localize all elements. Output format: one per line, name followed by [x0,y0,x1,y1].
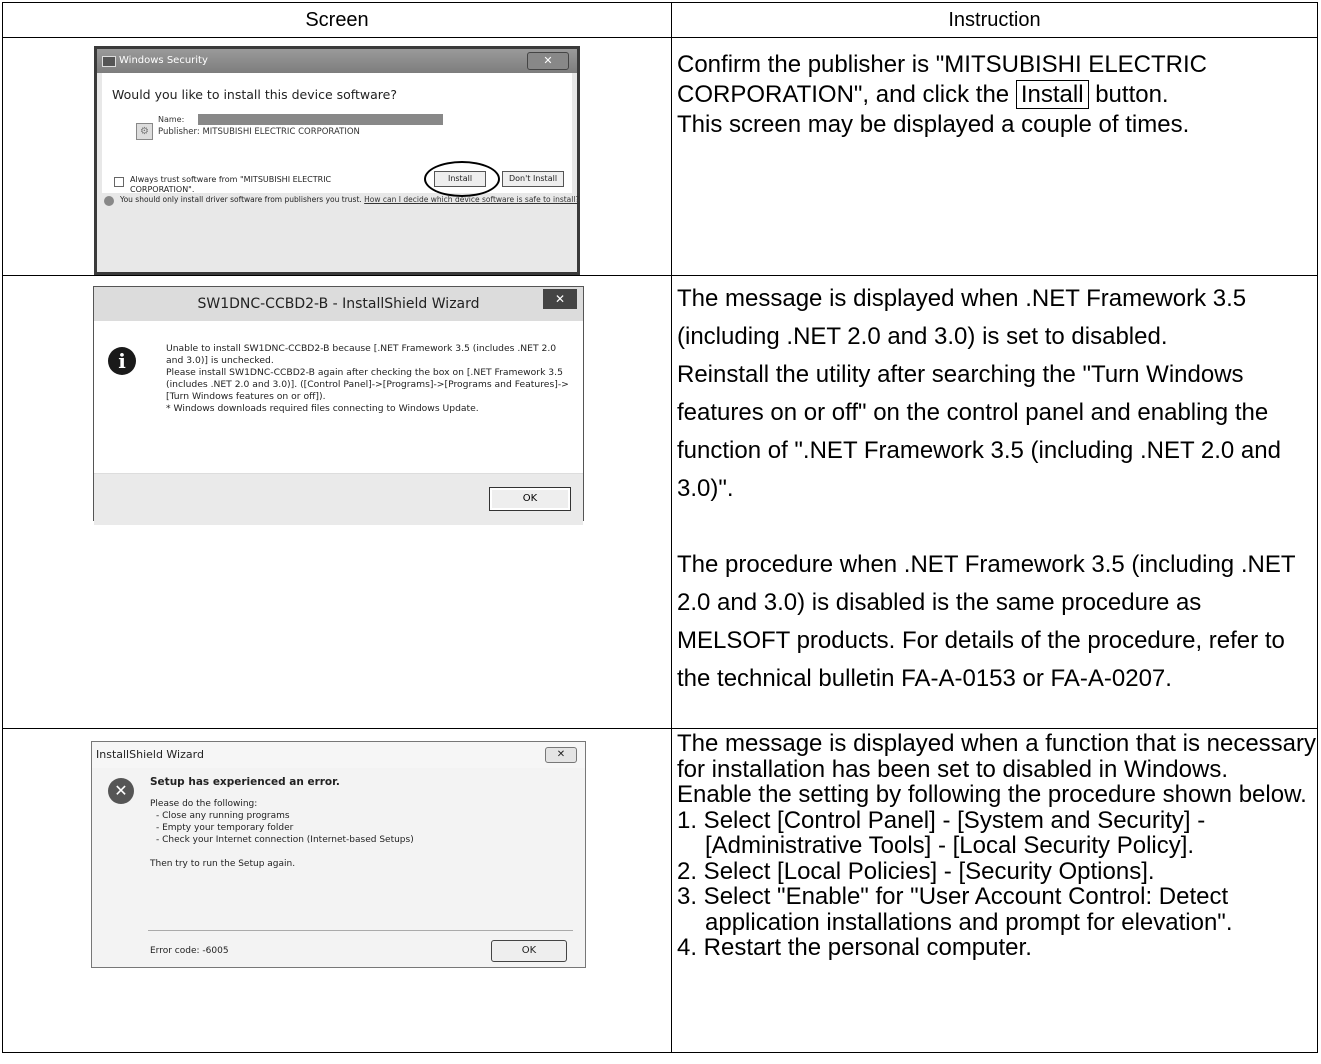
ok-button[interactable]: OK [491,940,567,962]
instruction-text: The message is displayed when a function… [672,729,1317,961]
always-trust-label: Always trust software from "MITSUBISHI E… [130,175,332,194]
close-button[interactable]: ✕ [545,747,577,763]
step-3a: 3. Select "Enable" for "User Account Con… [677,883,1229,910]
instruction-part2: button. [1095,81,1169,108]
screen-cell: Windows Security ✕ Would you like to ins… [2,37,672,276]
instruction-table: Screen Instruction Windows Security ✕ Wo… [2,2,1318,1053]
gear-icon: ⚙ [136,123,153,140]
error-line: - Close any running programs [156,811,290,821]
dialog-body: Would you like to install this device so… [102,73,572,197]
dialog-body: ✕ Setup has experienced an error. Please… [92,768,585,968]
table-header-row: Screen Instruction [2,2,1318,38]
redacted-name-bar [198,114,443,125]
error-line: Then try to run the Setup again. [150,859,296,869]
table-row: InstallShield Wizard ✕ ✕ Setup has exper… [2,728,1318,1053]
instruction-p3: The procedure when .NET Framework 3.5 (i… [677,551,1296,692]
step-3b: application installations and prompt for… [705,908,1233,936]
installshield-error-dialog: InstallShield Wizard ✕ ✕ Setup has exper… [91,741,586,968]
error-line: - Check your Internet connection (Intern… [156,835,414,845]
error-lines: Please do the following: - Close any run… [150,798,414,870]
dialog-body: i Unable to install SW1DNC-CCBD2-B becau… [94,321,583,473]
highlight-oval [424,161,500,197]
error-code: Error code: -6005 [150,946,229,956]
name-label: Name: [158,115,185,124]
error-heading: Setup has experienced an error. [150,776,340,788]
dont-install-button[interactable]: Don't Install [502,171,564,187]
footer-text: You should only install driver software … [120,195,362,204]
error-line: - Empty your temporary folder [156,823,294,833]
help-link[interactable]: How can I decide which device software i… [364,195,579,204]
instruction-text: Confirm the publisher is "MITSUBISHI ELE… [672,38,1317,140]
error-line [150,846,414,858]
dialog-titlebar: SW1DNC-CCBD2-B - InstallShield Wizard ✕ [94,287,583,321]
error-line: Please do the following: [150,799,258,809]
step-4: 4. Restart the personal computer. [677,934,1032,961]
dialog-titlebar: Windows Security ✕ [97,49,577,73]
table-row: SW1DNC-CCBD2-B - InstallShield Wizard ✕ … [2,275,1318,729]
dialog-question: Would you like to install this device so… [112,87,397,102]
header-screen: Screen [2,2,672,38]
instruction-cell: The message is displayed when a function… [671,728,1318,1053]
dialog-title: Windows Security [119,55,208,66]
install-button-ref: Install [1015,80,1089,109]
screen-cell: InstallShield Wizard ✕ ✕ Setup has exper… [2,728,672,1053]
dialog-footer: OK [94,473,583,525]
header-instruction: Instruction [671,2,1318,38]
instruction-text: The message is displayed when .NET Frame… [672,276,1317,698]
instruction-cell: The message is displayed when .NET Frame… [671,275,1318,729]
always-trust-checkbox[interactable] [114,177,124,187]
dialog-title: InstallShield Wizard [96,748,204,761]
instruction-cell: Confirm the publisher is "MITSUBISHI ELE… [671,37,1318,276]
step-2: 2. Select [Local Policies] - [Security O… [677,857,1155,885]
error-icon: ✕ [108,778,134,804]
step-1b: [Administrative Tools] - [Local Security… [705,832,1195,859]
windows-security-dialog: Windows Security ✕ Would you like to ins… [94,46,580,275]
dialog-footer: You should only install driver software … [102,195,580,206]
table-row: Windows Security ✕ Would you like to ins… [2,37,1318,276]
instruction-line2: This screen may be displayed a couple of… [677,111,1190,138]
separator [148,930,573,931]
dialog-title: SW1DNC-CCBD2-B - InstallShield Wizard [197,296,480,312]
instruction-p1: The message is displayed when .NET Frame… [677,285,1247,350]
window-icon [102,56,116,67]
publisher-label: Publisher: MITSUBISHI ELECTRIC CORPORATI… [158,127,360,137]
message-line: * Windows downloads required files conne… [166,403,479,414]
screen-cell: SW1DNC-CCBD2-B - InstallShield Wizard ✕ … [2,275,672,729]
installshield-dotnet-dialog: SW1DNC-CCBD2-B - InstallShield Wizard ✕ … [93,286,584,525]
instruction-p2: Enable the setting by following the proc… [677,781,1307,808]
close-button[interactable]: ✕ [543,289,577,309]
dialog-titlebar: InstallShield Wizard ✕ [92,742,585,768]
message-line: Please install SW1DNC-CCBD2-B again afte… [166,367,569,402]
info-icon: i [108,347,136,375]
shield-icon [104,196,114,206]
ok-button[interactable]: OK [489,487,571,511]
close-button[interactable]: ✕ [527,52,569,70]
instruction-p1: The message is displayed when a function… [677,730,1317,783]
instruction-p2: Reinstall the utility after searching th… [677,361,1281,502]
step-1a: 1. Select [Control Panel] - [System and … [677,806,1206,834]
message-line: Unable to install SW1DNC-CCBD2-B because… [166,343,557,366]
